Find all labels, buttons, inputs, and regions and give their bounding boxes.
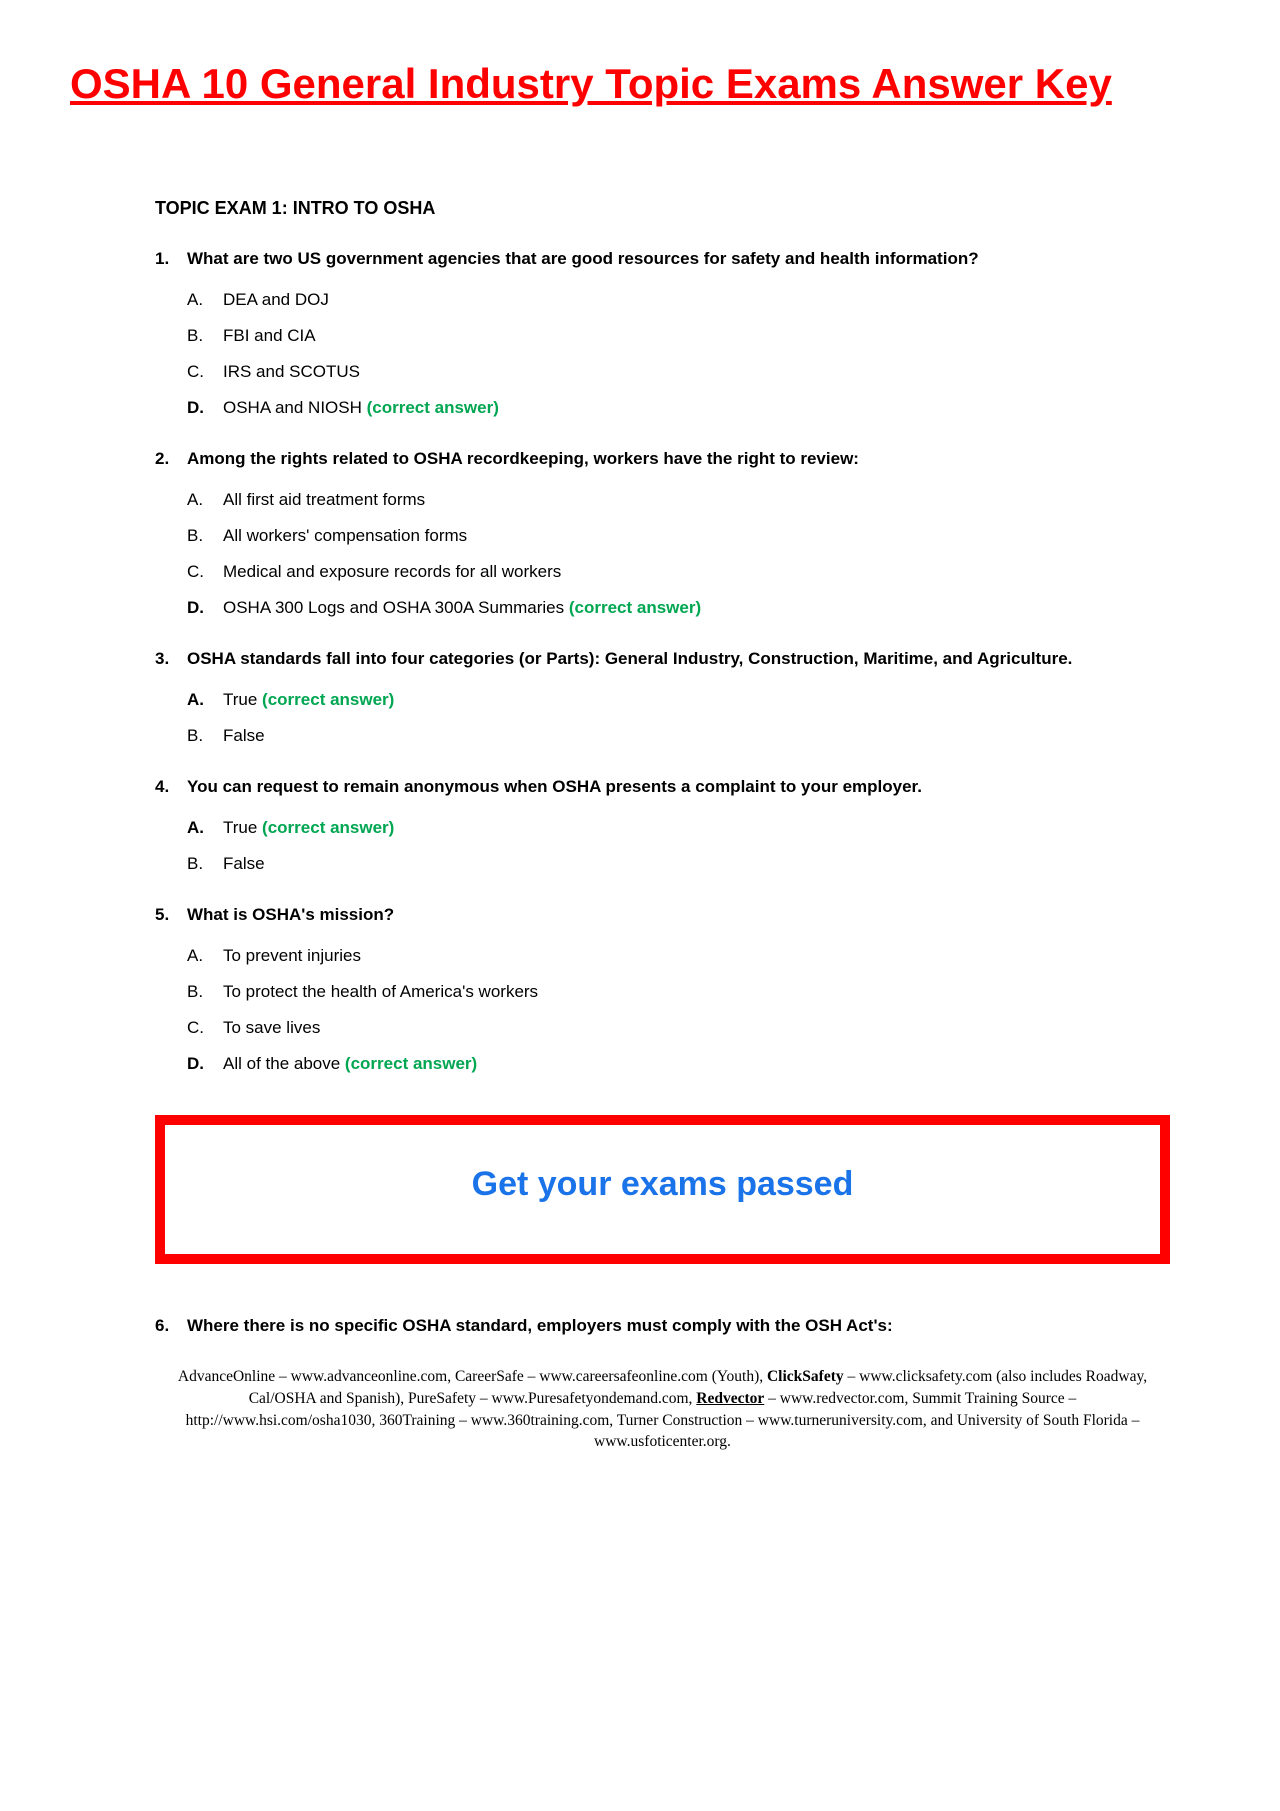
answer-option: A.All first aid treatment forms <box>187 489 1170 511</box>
question-6: 6. Where there is no specific OSHA stand… <box>155 1314 1170 1338</box>
answer-letter: A. <box>187 945 223 967</box>
answer-letter: D. <box>187 397 223 419</box>
question-number: 4. <box>155 775 187 799</box>
answer-text: All workers' compensation forms <box>223 525 1170 547</box>
answer-letter: A. <box>187 817 223 839</box>
question-number: 3. <box>155 647 187 671</box>
answer-text: OSHA and NIOSH (correct answer) <box>223 397 1170 419</box>
question-text: Where there is no specific OSHA standard… <box>187 1314 1170 1338</box>
footer-providers: AdvanceOnline – www.advanceonline.com, C… <box>155 1366 1170 1453</box>
correct-answer-label: (correct answer) <box>257 690 394 709</box>
question-5: 5.What is OSHA's mission? A.To prevent in… <box>155 903 1170 1075</box>
answer-option: C.To save lives <box>187 1017 1170 1039</box>
answer-option: A.To prevent injuries <box>187 945 1170 967</box>
cta-text: Get your exams passed <box>472 1165 854 1203</box>
answer-letter: B. <box>187 325 223 347</box>
correct-answer-label: (correct answer) <box>257 818 394 837</box>
answer-letter: D. <box>187 597 223 619</box>
answer-text: IRS and SCOTUS <box>223 361 1170 383</box>
footer-redvector: Redvector <box>696 1390 764 1407</box>
footer-seg-1: AdvanceOnline – www.advanceonline.com, C… <box>178 1368 767 1385</box>
answer-letter: A. <box>187 289 223 311</box>
question-number: 2. <box>155 447 187 471</box>
answer-option: A.DEA and DOJ <box>187 289 1170 311</box>
answer-text: DEA and DOJ <box>223 289 1170 311</box>
question-number: 5. <box>155 903 187 927</box>
question-1: 1.What are two US government agencies th… <box>155 247 1170 419</box>
answer-letter: C. <box>187 561 223 583</box>
question-text: OSHA standards fall into four categories… <box>187 647 1170 671</box>
answer-option: D.All of the above (correct answer) <box>187 1053 1170 1075</box>
question-4: 4.You can request to remain anonymous wh… <box>155 775 1170 875</box>
question-text: What is OSHA's mission? <box>187 903 1170 927</box>
question-number: 1. <box>155 247 187 271</box>
answer-option: B.False <box>187 853 1170 875</box>
answer-text: To prevent injuries <box>223 945 1170 967</box>
answer-option: B.False <box>187 725 1170 747</box>
answer-text: Medical and exposure records for all wor… <box>223 561 1170 583</box>
answer-text: OSHA 300 Logs and OSHA 300A Summaries (c… <box>223 597 1170 619</box>
correct-answer-label: (correct answer) <box>362 398 499 417</box>
answer-letter: B. <box>187 981 223 1003</box>
answer-option: A.True (correct answer) <box>187 689 1170 711</box>
question-text: You can request to remain anonymous when… <box>187 775 1170 799</box>
answer-text: To protect the health of America's worke… <box>223 981 1170 1003</box>
answer-text: True (correct answer) <box>223 817 1170 839</box>
answer-option: D.OSHA and NIOSH (correct answer) <box>187 397 1170 419</box>
answer-text: All first aid treatment forms <box>223 489 1170 511</box>
answer-option: D.OSHA 300 Logs and OSHA 300A Summaries … <box>187 597 1170 619</box>
answer-option: B.All workers' compensation forms <box>187 525 1170 547</box>
question-text: What are two US government agencies that… <box>187 247 1170 271</box>
answer-letter: D. <box>187 1053 223 1075</box>
answer-letter: B. <box>187 853 223 875</box>
answer-letter: A. <box>187 689 223 711</box>
question-2: 2.Among the rights related to OSHA recor… <box>155 447 1170 619</box>
answer-text: To save lives <box>223 1017 1170 1039</box>
answer-letter: C. <box>187 1017 223 1039</box>
answer-option: B.FBI and CIA <box>187 325 1170 347</box>
answer-option: B.To protect the health of America's wor… <box>187 981 1170 1003</box>
question-text: Among the rights related to OSHA recordk… <box>187 447 1170 471</box>
footer-clicksafety: ClickSafety <box>767 1368 844 1385</box>
answer-text: All of the above (correct answer) <box>223 1053 1170 1075</box>
answer-text: False <box>223 853 1170 875</box>
answer-option: C.Medical and exposure records for all w… <box>187 561 1170 583</box>
answer-letter: A. <box>187 489 223 511</box>
question-number: 6. <box>155 1314 187 1338</box>
page-title: OSHA 10 General Industry Topic Exams Ans… <box>70 60 1210 108</box>
answer-text: True (correct answer) <box>223 689 1170 711</box>
cta-banner[interactable]: Get your exams passed <box>155 1115 1170 1264</box>
answer-option: A.True (correct answer) <box>187 817 1170 839</box>
question-3: 3.OSHA standards fall into four categori… <box>155 647 1170 747</box>
answer-letter: B. <box>187 525 223 547</box>
answer-text: False <box>223 725 1170 747</box>
correct-answer-label: (correct answer) <box>564 598 701 617</box>
answer-letter: C. <box>187 361 223 383</box>
correct-answer-label: (correct answer) <box>340 1054 477 1073</box>
topic-header: TOPIC EXAM 1: INTRO TO OSHA <box>155 198 1170 219</box>
answer-letter: B. <box>187 725 223 747</box>
answer-option: C.IRS and SCOTUS <box>187 361 1170 383</box>
answer-text: FBI and CIA <box>223 325 1170 347</box>
